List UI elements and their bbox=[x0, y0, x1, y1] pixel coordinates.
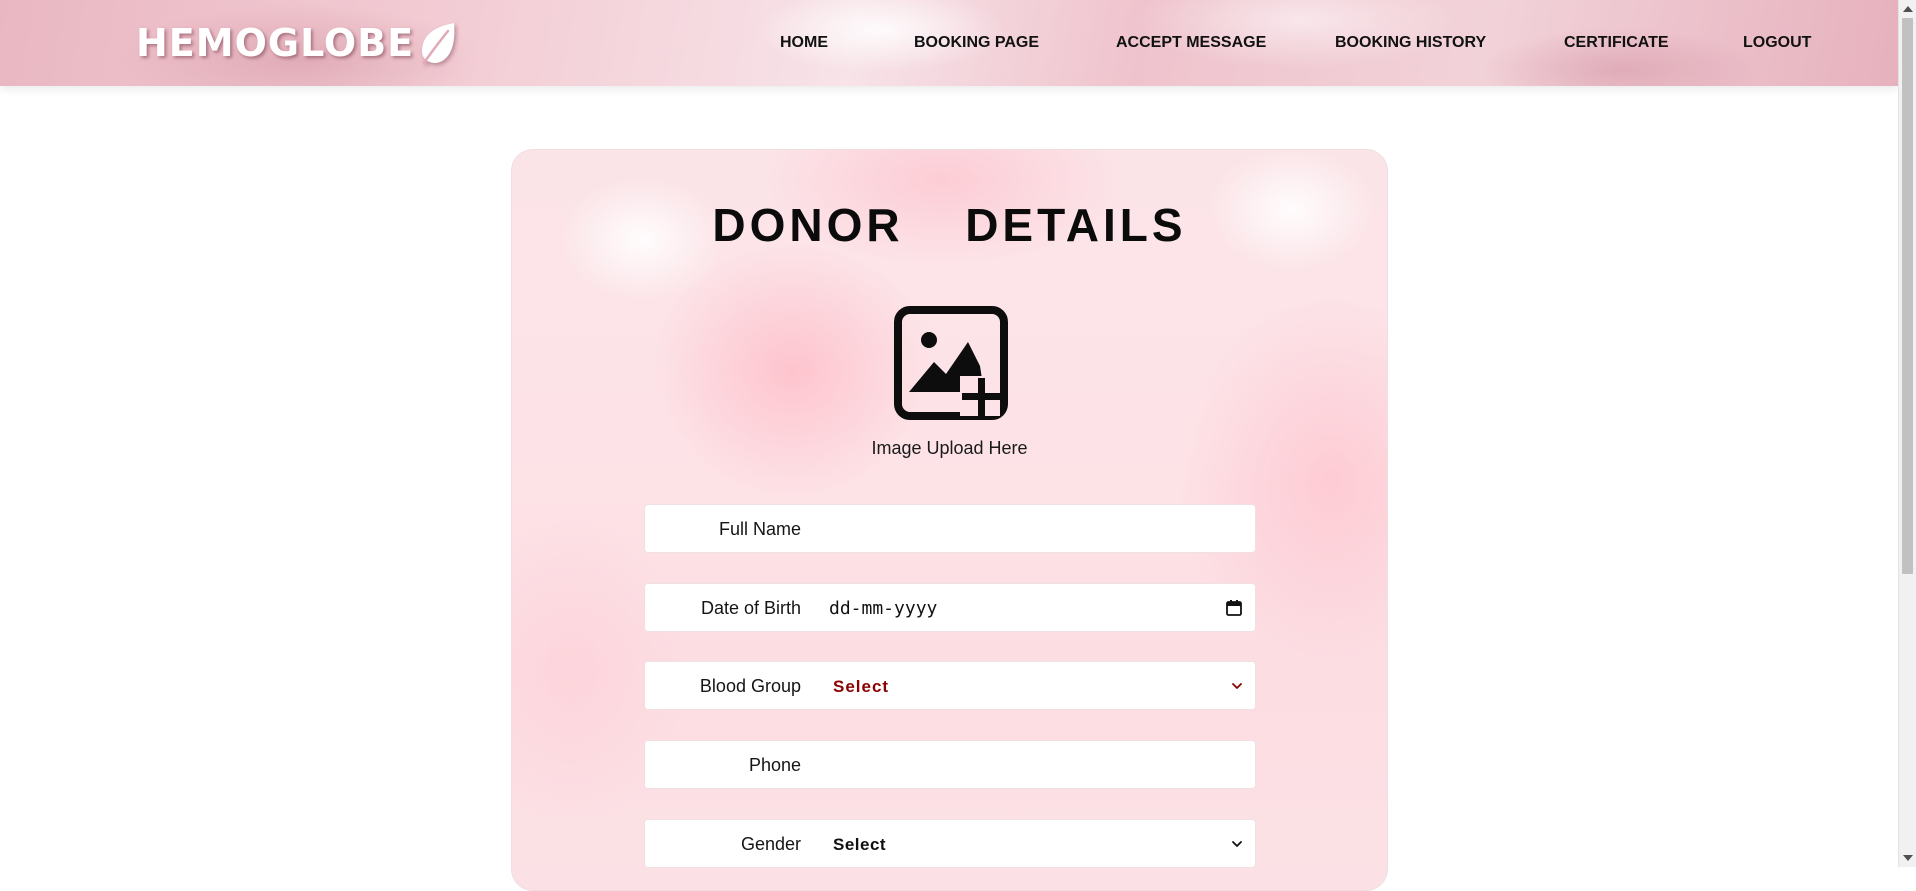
gender-select[interactable]: Select bbox=[833, 820, 886, 869]
phone-label: Phone bbox=[748, 755, 801, 775]
blood-group-field[interactable]: Blood Group Select bbox=[644, 661, 1256, 710]
nav-home[interactable]: HOME bbox=[780, 34, 828, 52]
dob-field: Date of Birth dd-mm-yyyy bbox=[644, 583, 1256, 632]
scroll-up-arrow-icon[interactable] bbox=[1903, 6, 1913, 12]
nav-logout[interactable]: LOGOUT bbox=[1743, 34, 1811, 52]
chevron-down-icon[interactable] bbox=[1231, 838, 1243, 850]
nav-accept-message[interactable]: ACCEPT MESSAGE bbox=[1116, 34, 1266, 52]
nav-certificate[interactable]: CERTIFICATE bbox=[1564, 34, 1669, 52]
image-add-icon[interactable] bbox=[892, 304, 1010, 422]
scroll-down-arrow-icon[interactable] bbox=[1903, 855, 1913, 861]
dob-label: Date of Birth bbox=[700, 598, 801, 618]
full-name-input[interactable] bbox=[829, 505, 1243, 554]
nav-booking-page[interactable]: BOOKING PAGE bbox=[914, 34, 1039, 52]
full-name-label: Full Name bbox=[718, 519, 801, 539]
scroll-thumb[interactable] bbox=[1902, 18, 1913, 574]
gender-field[interactable]: Gender Select bbox=[644, 819, 1256, 868]
page-title: DONOR DETAILS bbox=[712, 199, 1187, 251]
main-nav: HOME BOOKING PAGE ACCEPT MESSAGE BOOKING… bbox=[0, 0, 1898, 86]
dob-input[interactable]: dd-mm-yyyy bbox=[829, 584, 1243, 633]
gender-label: Gender bbox=[740, 834, 801, 854]
page-scrollbar[interactable] bbox=[1898, 0, 1916, 867]
full-name-field: Full Name bbox=[644, 504, 1256, 554]
phone-input[interactable] bbox=[829, 741, 1243, 790]
calendar-icon[interactable] bbox=[1225, 599, 1243, 617]
upload-label: Image Upload Here bbox=[871, 438, 1028, 458]
chevron-down-icon[interactable] bbox=[1231, 680, 1243, 692]
phone-field: Phone bbox=[644, 740, 1256, 790]
nav-booking-history[interactable]: BOOKING HISTORY bbox=[1335, 34, 1486, 52]
top-navbar: HEMOGLOBE HOME BOOKING PAGE ACCEPT MESSA… bbox=[0, 0, 1898, 86]
donor-details-card: DONOR DETAILS Image Upload Here Full Nam… bbox=[511, 149, 1388, 891]
blood-group-label: Blood Group bbox=[699, 676, 801, 696]
blood-group-select[interactable]: Select bbox=[833, 662, 889, 711]
